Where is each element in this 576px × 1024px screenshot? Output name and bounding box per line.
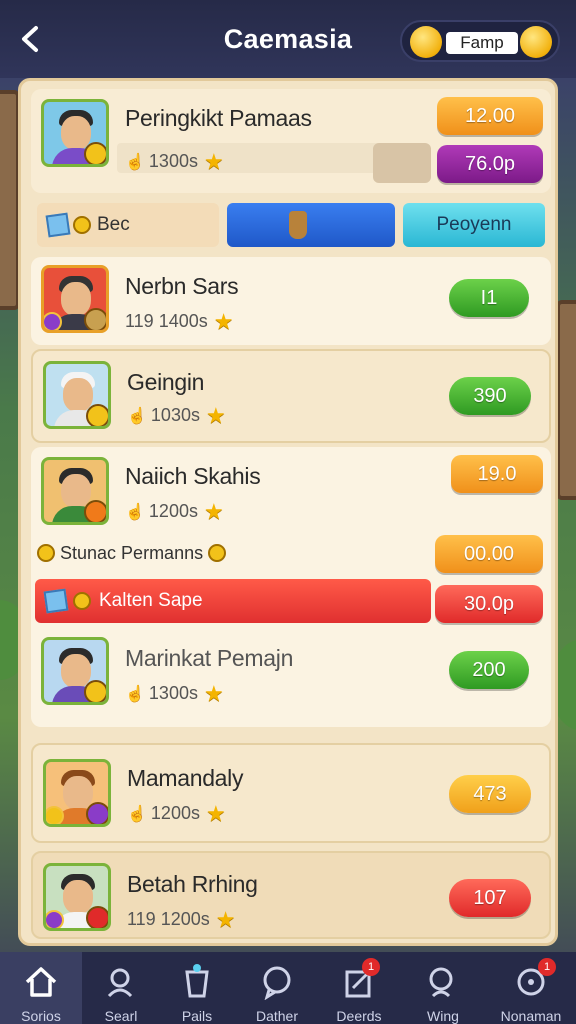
avatar bbox=[43, 863, 111, 931]
primary-value-pill[interactable]: 12.00 bbox=[437, 97, 543, 135]
star-icon: ★ bbox=[205, 403, 226, 428]
player-score: ☝ 1200s ★ bbox=[125, 499, 224, 524]
star-icon: ★ bbox=[203, 149, 224, 174]
avatar bbox=[43, 361, 111, 429]
rank-badge-icon bbox=[44, 312, 62, 330]
hand-icon: ☝ bbox=[125, 686, 145, 703]
hand-icon: ☝ bbox=[125, 154, 145, 171]
nav-item-searl[interactable]: Searl bbox=[80, 952, 162, 1024]
nav-item-sorios[interactable]: Sorios bbox=[0, 952, 82, 1024]
tab-strip: Bec Peoyenn bbox=[31, 199, 551, 249]
player-name: Mamandaly bbox=[127, 765, 244, 791]
rank-badge-icon bbox=[84, 500, 106, 522]
hand-icon: ☝ bbox=[125, 504, 145, 521]
player-name: Nerbn Sars bbox=[125, 273, 239, 299]
highlight-strip[interactable]: Kalten Sape bbox=[35, 579, 431, 623]
currency-label: Famp bbox=[446, 32, 518, 54]
player-score: 119 1200s ★ bbox=[127, 907, 236, 932]
rank-badge-icon bbox=[84, 680, 106, 702]
value-pill[interactable]: 107 bbox=[449, 879, 531, 917]
player-name: Peringkikt Pamaas bbox=[125, 105, 312, 131]
medal-icon bbox=[46, 806, 64, 824]
avatar bbox=[41, 637, 109, 705]
search-icon bbox=[429, 967, 453, 998]
tab-peoyenn[interactable]: Peoyenn bbox=[403, 203, 545, 247]
notification-badge: 1 bbox=[538, 958, 556, 976]
status-value-pill[interactable]: 00.00 bbox=[435, 535, 543, 573]
star-icon: ★ bbox=[205, 801, 226, 826]
shield-icon bbox=[37, 544, 55, 562]
coin-icon bbox=[410, 26, 442, 58]
notification-badge: 1 bbox=[362, 958, 380, 976]
list-item[interactable]: Betah Rrhing 119 1200s ★ 107 bbox=[31, 851, 551, 939]
rank-badge-icon bbox=[86, 906, 108, 928]
player-name: Naiich Skahis bbox=[125, 463, 261, 489]
currency-pill[interactable]: Famp bbox=[400, 20, 560, 62]
box-icon bbox=[43, 588, 69, 614]
list-item[interactable]: Mamandaly ☝ 1200s ★ 473 bbox=[31, 743, 551, 843]
leaderboard-panel: Peringkikt Pamaas ☝ 1300s ★ 12.00 76.0p Be… bbox=[18, 78, 558, 946]
status-row: Stunac Permanns bbox=[37, 543, 227, 564]
hand-icon: ☝ bbox=[127, 806, 147, 823]
highlight-value-pill[interactable]: 30.0p bbox=[435, 585, 543, 623]
value-pill[interactable]: 390 bbox=[449, 377, 531, 415]
value-pill[interactable]: I1 bbox=[449, 279, 529, 317]
medal-icon bbox=[46, 910, 64, 928]
cup-icon bbox=[185, 964, 209, 998]
star-icon: ★ bbox=[215, 907, 236, 932]
nav-item-dather[interactable]: Dather bbox=[236, 952, 318, 1024]
gem-icon bbox=[73, 592, 91, 610]
avatar bbox=[41, 99, 109, 167]
add-coin-icon[interactable] bbox=[520, 26, 552, 58]
player-score: ☝ 1300s ★ bbox=[125, 681, 224, 706]
player-name: Geingin bbox=[127, 369, 205, 395]
tab-trophy[interactable] bbox=[227, 203, 395, 247]
avatar bbox=[41, 265, 109, 333]
value-pill[interactable]: 19.0 bbox=[451, 455, 543, 493]
chat-icon bbox=[263, 966, 291, 1000]
hand-icon: ☝ bbox=[127, 408, 147, 425]
rank-badge-icon bbox=[86, 802, 108, 824]
top-bar: Caemasia Famp bbox=[0, 0, 576, 78]
nav-item-wing[interactable]: Wing bbox=[402, 952, 484, 1024]
list-item[interactable]: Geingin ☝ 1030s ★ 390 bbox=[31, 349, 551, 443]
secondary-value-pill[interactable]: 76.0p bbox=[437, 145, 543, 183]
player-score: 119 1400s ★ bbox=[125, 309, 234, 334]
player-name: Betah Rrhing bbox=[127, 871, 258, 897]
star-icon: ★ bbox=[203, 499, 224, 524]
home-icon bbox=[25, 967, 57, 997]
cup-icon bbox=[289, 211, 307, 239]
avatar bbox=[43, 759, 111, 827]
list-item[interactable]: Nerbn Sars 119 1400s ★ I1 bbox=[31, 257, 551, 345]
top-player-row[interactable]: Peringkikt Pamaas ☝ 1300s ★ 12.00 76.0p bbox=[31, 89, 551, 193]
gem-icon bbox=[73, 216, 91, 234]
player-score: ☝ 1300s ★ bbox=[125, 149, 224, 174]
nav-item-nonaman[interactable]: 1 Nonaman bbox=[490, 952, 572, 1024]
nav-item-pails[interactable]: Pails bbox=[156, 952, 238, 1024]
player-score: ☝ 1200s ★ bbox=[127, 801, 226, 826]
value-pill[interactable]: 473 bbox=[449, 775, 531, 813]
player-score: ☝ 1030s ★ bbox=[127, 403, 226, 428]
star-icon: ★ bbox=[203, 681, 224, 706]
avatar bbox=[41, 457, 109, 525]
box-icon bbox=[45, 212, 71, 238]
rank-badge-icon bbox=[84, 142, 106, 164]
user-search-icon bbox=[107, 968, 133, 998]
shield-icon bbox=[208, 544, 227, 562]
tab-bec[interactable]: Bec bbox=[37, 203, 219, 247]
nav-item-deerds[interactable]: 1 Deerds bbox=[318, 952, 400, 1024]
player-name: Marinkat Pemajn bbox=[125, 645, 294, 671]
value-pill[interactable]: 200 bbox=[449, 651, 529, 689]
bottom-nav: Sorios Searl Pails Dather 1 Deerds Wing … bbox=[0, 952, 576, 1024]
rank-badge-icon bbox=[86, 404, 108, 426]
medal-icon bbox=[84, 308, 106, 330]
star-icon: ★ bbox=[213, 309, 234, 334]
status-label: Stunac Permanns bbox=[60, 543, 204, 563]
placeholder-box bbox=[373, 143, 431, 183]
